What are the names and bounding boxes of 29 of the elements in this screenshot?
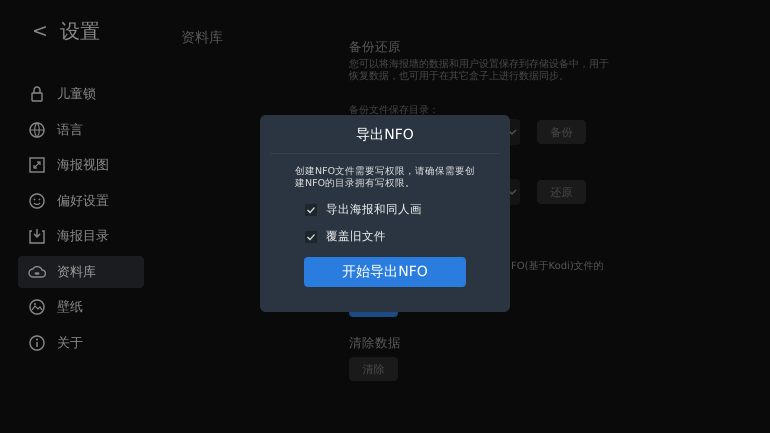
checkbox[interactable] xyxy=(305,230,317,242)
sidebar-item[interactable]: 海报视图 xyxy=(18,149,144,182)
section-title: 资料库 xyxy=(181,29,223,47)
globe-icon xyxy=(28,120,46,139)
checkbox[interactable] xyxy=(305,204,317,216)
section-heading: 备份还原 xyxy=(349,39,402,56)
smiley-icon xyxy=(28,192,46,210)
sidebar-item[interactable]: 关于 xyxy=(18,326,144,359)
sidebar-item[interactable]: 壁纸 xyxy=(18,291,144,324)
expand-icon xyxy=(28,156,46,174)
dialog-message: 创建NFO文件需要写权限，请确保需要创建NFO的目录拥有写权限。 xyxy=(295,166,476,190)
section-heading: 清除数据 xyxy=(349,335,402,352)
start-export-button[interactable]: 开始导出NFO xyxy=(304,257,466,287)
back-button[interactable]: < xyxy=(30,20,50,42)
sidebar-item[interactable]: 偏好设置 xyxy=(18,184,144,217)
picture-frame-icon xyxy=(28,298,46,316)
sidebar-item[interactable]: 资料库 xyxy=(18,256,144,288)
section-description: FO(基于Kodi)文件的 xyxy=(511,260,605,273)
checkbox-label: 覆盖旧文件 xyxy=(326,229,386,244)
section-description: 您可以将海报墙的数据和用户设置保存到存储设备中，用于恢复数据，也可用于在其它盒子上进行数据同步。 xyxy=(349,59,610,83)
dialog-title: 导出NFO xyxy=(356,126,414,144)
sidebar-item[interactable]: 语言 xyxy=(18,114,144,146)
info-icon xyxy=(28,334,46,352)
sidebar-item[interactable]: 海报目录 xyxy=(18,220,144,252)
page-title: 设置 xyxy=(60,18,100,44)
field-label: 备份文件保存目录： xyxy=(349,104,440,117)
checkbox-label: 导出海报和同人画 xyxy=(326,202,422,217)
sidebar-item[interactable]: 儿童锁 xyxy=(18,78,144,110)
download-icon xyxy=(28,227,46,246)
